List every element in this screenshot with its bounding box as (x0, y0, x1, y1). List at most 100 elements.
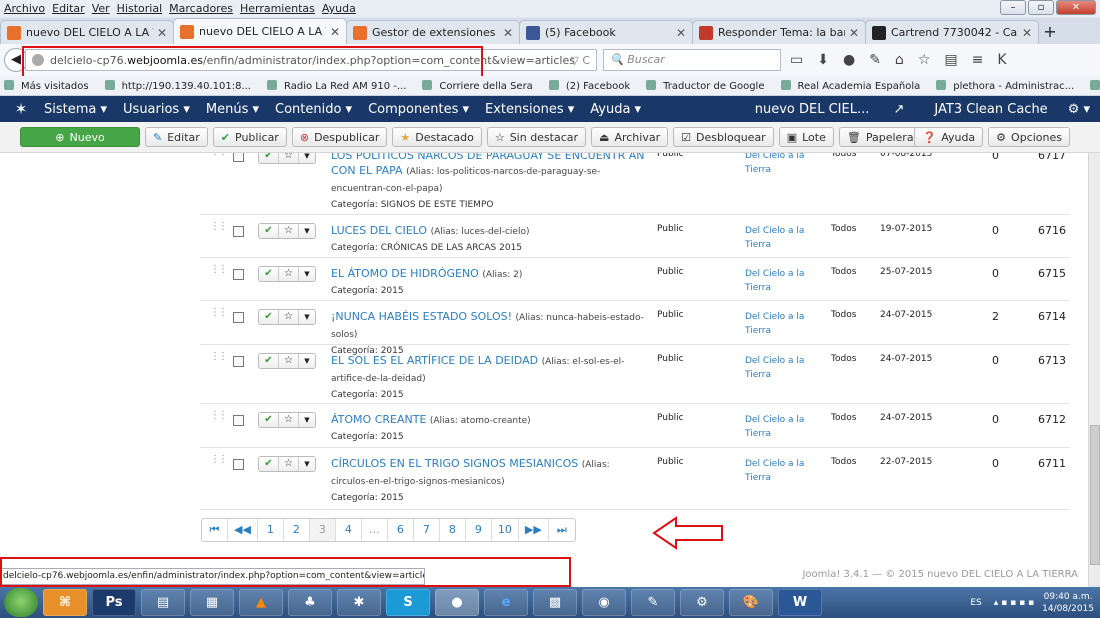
maximize-icon[interactable]: ▫ (1028, 0, 1054, 15)
close-tab-icon[interactable]: ✕ (849, 26, 859, 40)
author-link[interactable]: Del Cielo a la Tierra (745, 267, 815, 295)
bookmark-item[interactable]: Radio La Red AM 910 -... (267, 79, 412, 92)
pagination-item[interactable]: ◀◀ (228, 519, 258, 541)
chevron-down-icon[interactable]: ▼ (299, 457, 315, 471)
browser-tab[interactable]: Responder Tema: la barra ... ✕ (692, 20, 866, 44)
folder-icon[interactable]: ▤ (141, 589, 185, 616)
paint-icon[interactable]: 🎨 (729, 589, 773, 616)
pagination-item[interactable]: 2 (284, 519, 310, 541)
pagination-item[interactable]: ⏭ (549, 519, 575, 541)
start-button-icon[interactable] (4, 588, 38, 617)
published-check-icon[interactable]: ✔ (259, 354, 279, 368)
pagination-item[interactable]: 9 (466, 519, 492, 541)
menu-marcadores[interactable]: Marcadores (169, 2, 233, 15)
site-link[interactable]: nuevo DEL CIEL... ↗ (745, 102, 915, 117)
close-tab-icon[interactable]: ✕ (330, 25, 340, 39)
published-check-icon[interactable]: ✔ (259, 267, 279, 281)
reading-list-icon[interactable]: ▭ (790, 52, 803, 68)
row-checkbox[interactable] (233, 312, 244, 323)
close-tab-icon[interactable]: ✕ (503, 26, 513, 40)
menu-editar[interactable]: Editar (52, 2, 85, 15)
drag-handle-icon[interactable]: ⋮⋮ (210, 351, 228, 362)
row-checkbox[interactable] (233, 269, 244, 280)
featured-star-icon[interactable]: ☆ (279, 310, 299, 324)
reload-icon[interactable]: ▽ C (570, 54, 590, 67)
author-link[interactable]: Del Cielo a la Tierra (745, 354, 815, 382)
row-checkbox[interactable] (233, 153, 244, 162)
row-checkbox[interactable] (233, 415, 244, 426)
nav-menus[interactable]: Menús ▾ (206, 102, 259, 117)
pagination-item[interactable]: 10 (492, 519, 519, 541)
published-check-icon[interactable]: ✔ (259, 224, 279, 238)
featured-star-icon[interactable]: ☆ (279, 224, 299, 238)
taskbar-app-icon[interactable]: ⌘ (43, 589, 87, 616)
options-button[interactable]: ⚙ Opciones (988, 127, 1070, 147)
article-title-link[interactable]: EL ÁTOMO DE HIDRÓGENO (331, 267, 479, 280)
pagination-item[interactable]: 1 (258, 519, 284, 541)
new-tab-icon[interactable]: + (1038, 20, 1062, 44)
chevron-down-icon[interactable]: ▼ (299, 267, 315, 281)
close-tab-icon[interactable]: ✕ (1022, 26, 1032, 40)
photoshop-icon[interactable]: Ps (92, 589, 136, 616)
nav-extensiones[interactable]: Extensiones ▾ (485, 102, 574, 117)
home-icon[interactable]: ⌂ (895, 52, 904, 68)
featured-star-icon[interactable]: ☆ (279, 153, 299, 163)
row-checkbox[interactable] (233, 459, 244, 470)
firefox-icon[interactable]: ● (435, 589, 479, 616)
unfeatured-button[interactable]: ☆ Sin destacar (486, 127, 587, 147)
scrollbar-thumb[interactable] (1090, 425, 1100, 565)
bookmark-item[interactable]: Más visitados (4, 79, 95, 92)
menu-historial[interactable]: Historial (117, 2, 162, 15)
article-title-link[interactable]: CÍRCULOS EN EL TRIGO SIGNOS MESIANICOS (331, 457, 578, 470)
browser-tab[interactable]: Cartrend 7730042 - Cassett... ✕ (865, 20, 1039, 44)
edit-button[interactable]: ✎ Editar (145, 127, 208, 147)
pagination-item[interactable]: 3 (309, 519, 336, 541)
nav-usuarios[interactable]: Usuarios ▾ (123, 102, 190, 117)
published-check-icon[interactable]: ✔ (259, 413, 279, 427)
nav-sistema[interactable]: Sistema ▾ (44, 102, 107, 117)
browser-tab[interactable]: Gestor de extensiones - Bas... ✕ (346, 20, 520, 44)
browser-tab[interactable]: nuevo DEL CIELO A LA TIE... ✕ (0, 20, 174, 44)
featured-star-icon[interactable]: ☆ (279, 354, 299, 368)
url-bar[interactable]: delcielo-cp76. webjoomla.es/enfin/adminis… (25, 49, 597, 71)
row-checkbox[interactable] (233, 356, 244, 367)
published-check-icon[interactable]: ✔ (259, 457, 279, 471)
nav-ayuda[interactable]: Ayuda ▾ (590, 102, 641, 117)
published-check-icon[interactable]: ✔ (259, 153, 279, 163)
author-link[interactable]: Del Cielo a la Tierra (745, 310, 815, 338)
download-icon[interactable]: ⬇ (817, 52, 829, 68)
author-link[interactable]: Del Cielo a la Tierra (745, 153, 815, 177)
batch-button[interactable]: ▣ Lote (778, 127, 834, 147)
pagination-item[interactable]: ⏮ (202, 519, 228, 541)
publish-button[interactable]: ✔ Publicar (212, 127, 287, 147)
help-button[interactable]: ❓ Ayuda (914, 127, 984, 147)
webcam-icon[interactable]: ◉ (582, 589, 626, 616)
notepad-icon[interactable]: ✎ (631, 589, 675, 616)
app-icon[interactable]: ♣ (288, 589, 332, 616)
featured-star-icon[interactable]: ☆ (279, 267, 299, 281)
drag-handle-icon[interactable]: ⋮⋮ (210, 221, 228, 232)
close-tab-icon[interactable]: ✕ (157, 26, 167, 40)
pagination-item[interactable]: 4 (336, 519, 362, 541)
vlc-icon[interactable]: ▲ (239, 589, 283, 616)
network-app-icon[interactable]: ⚙ (680, 589, 724, 616)
author-link[interactable]: Del Cielo a la Tierra (745, 457, 815, 485)
author-link[interactable]: Del Cielo a la Tierra (745, 224, 815, 252)
article-title-link[interactable]: ÁTOMO CREANTE (331, 413, 426, 426)
word-icon[interactable]: W (778, 589, 822, 616)
tray-icons[interactable]: ▴ ▪ ▪ ▪ ▪ (994, 598, 1034, 608)
chat-icon[interactable]: ● (843, 52, 855, 68)
extension-icon[interactable]: ✎ (869, 52, 881, 68)
bookmark-item[interactable]: Traductor de Google (646, 79, 770, 92)
bug-icon[interactable]: ✱ (337, 589, 381, 616)
published-check-icon[interactable]: ✔ (259, 310, 279, 324)
language-indicator[interactable]: ES (970, 598, 981, 608)
featured-star-icon[interactable]: ☆ (279, 457, 299, 471)
clock[interactable]: 09:40 a.m. 14/08/2015 (1042, 591, 1094, 615)
site-identity-icon[interactable] (32, 54, 44, 66)
skype-icon[interactable]: S (386, 589, 430, 616)
drag-handle-icon[interactable]: ⋮⋮ (210, 264, 228, 275)
pagination-item[interactable]: 8 (440, 519, 466, 541)
menu-herramientas[interactable]: Herramientas (240, 2, 315, 15)
browser-tab[interactable]: nuevo DEL CIELO A LA TIE... ✕ (173, 18, 347, 44)
